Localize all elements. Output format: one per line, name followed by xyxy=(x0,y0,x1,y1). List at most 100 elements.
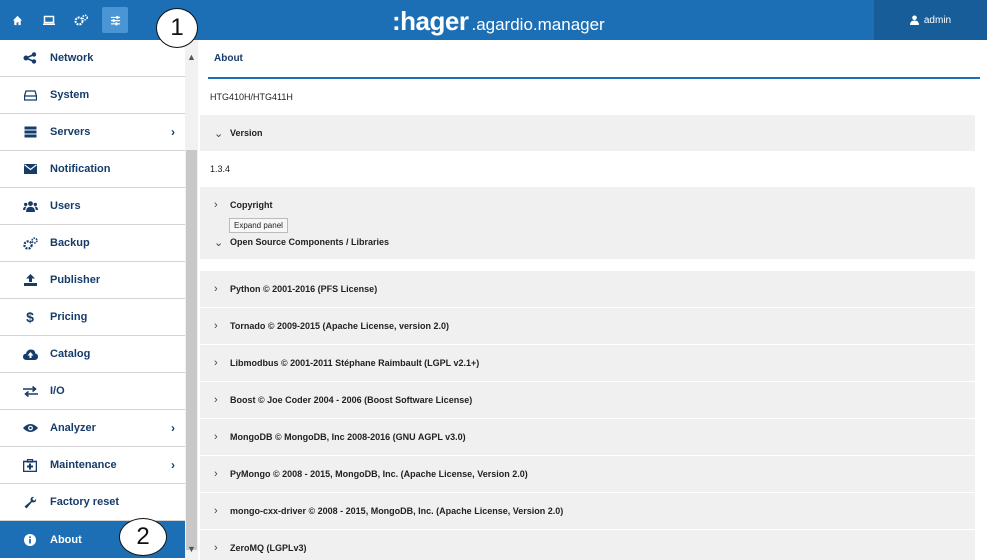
sidebar-menu: Network System Servers › Notification Users Ba… xyxy=(0,40,185,558)
library-label: Libmodbus © 2001-2011 Stéphane Raimbault… xyxy=(230,358,480,368)
library-label: MongoDB © MongoDB, Inc 2008-2016 (GNU AG… xyxy=(230,432,466,442)
sidebar-item-label: Pricing xyxy=(50,311,88,323)
library-panel-header[interactable]: › Python © 2001-2016 (PFS License) xyxy=(200,271,975,307)
product-row: HTG410H/HTG411H xyxy=(200,83,975,110)
copyright-panel-header[interactable]: › Copyright xyxy=(200,187,975,223)
library-panel-header[interactable]: › ZeroMQ (LGPLv3) xyxy=(200,530,975,560)
copyright-label: Copyright xyxy=(230,200,273,210)
expand-panel-tooltip: Expand panel xyxy=(229,218,288,233)
main-content: About HTG410H/HTG411H ⌄ Version 1.3.4 › … xyxy=(200,40,987,560)
brand-main: :hager xyxy=(392,6,469,36)
library-panel-header[interactable]: › Libmodbus © 2001-2011 Stéphane Raimbaul… xyxy=(200,345,975,381)
sidebar-item-notification[interactable]: Notification xyxy=(0,151,185,188)
library-label: PyMongo © 2008 - 2015, MongoDB, Inc. (Ap… xyxy=(230,469,528,479)
chevron-down-icon: ⌄ xyxy=(214,236,224,249)
library-panel-header[interactable]: › mongo-cxx-driver © 2008 - 2015, MongoDB… xyxy=(200,493,975,529)
sidebar-item-label: I/O xyxy=(50,385,65,397)
chevron-down-icon: ⌄ xyxy=(214,127,224,140)
chevron-right-icon: › xyxy=(171,421,175,435)
sidebar-item-label: Backup xyxy=(50,237,90,249)
library-panel-header[interactable]: › PyMongo © 2008 - 2015, MongoDB, Inc. (A… xyxy=(200,456,975,492)
sidebar-item-backup[interactable]: Backup xyxy=(0,225,185,262)
chevron-right-icon: › xyxy=(214,199,218,211)
sidebar-item-factory-reset[interactable]: Factory reset xyxy=(0,484,185,521)
info-icon xyxy=(22,532,38,548)
sidebar-item-publisher[interactable]: Publisher xyxy=(0,262,185,299)
sidebar-item-users[interactable]: Users xyxy=(0,188,185,225)
svg-text:$: $ xyxy=(26,310,34,324)
sidebar-item-maintenance[interactable]: Maintenance › xyxy=(0,447,185,484)
library-label: Boost © Joe Coder 2004 - 2006 (Boost Sof… xyxy=(230,395,473,405)
sidebar-item-label: Factory reset xyxy=(50,496,120,508)
user-icon xyxy=(909,15,919,25)
sidebar-item-label: About xyxy=(50,533,82,546)
chevron-right-icon: › xyxy=(214,357,218,369)
chevron-right-icon: › xyxy=(214,320,218,332)
version-label: Version xyxy=(230,128,263,138)
library-panel-header[interactable]: › MongoDB © MongoDB, Inc 2008-2016 (GNU A… xyxy=(200,419,975,455)
upload-icon xyxy=(22,272,38,288)
library-label: ZeroMQ (LGPLv3) xyxy=(230,543,307,553)
sidebar-item-analyzer[interactable]: Analyzer › xyxy=(0,410,185,447)
users-icon xyxy=(22,198,38,214)
sidebar-item-label: Network xyxy=(50,52,94,64)
chevron-right-icon: › xyxy=(214,505,218,517)
scroll-up-arrow-icon[interactable]: ▲ xyxy=(186,52,197,64)
scroll-down-arrow-icon[interactable]: ▼ xyxy=(186,544,197,556)
cloud-upload-icon xyxy=(22,346,38,362)
chevron-right-icon: › xyxy=(214,431,218,443)
sidebar-item-label: Catalog xyxy=(50,348,91,360)
monitor-icon[interactable] xyxy=(34,0,64,40)
library-label: Tornado © 2009-2015 (Apache License, ver… xyxy=(230,321,450,331)
library-panel-header[interactable]: › Tornado © 2009-2015 (Apache License, ve… xyxy=(200,308,975,344)
sidebar-item-label: Notification xyxy=(50,163,111,175)
version-value: 1.3.4 xyxy=(210,164,231,174)
server-icon xyxy=(22,124,38,140)
user-menu[interactable]: admin xyxy=(874,0,987,40)
sidebar-item-label: System xyxy=(50,89,90,101)
dollar-icon: $ xyxy=(22,309,38,325)
callout-2: 2 xyxy=(119,518,167,556)
gears-icon xyxy=(22,235,38,251)
chevron-right-icon: › xyxy=(214,394,218,406)
sidebar-item-pricing[interactable]: $ Pricing xyxy=(0,299,185,336)
home-icon[interactable] xyxy=(2,0,32,40)
sidebar-scrollbar[interactable]: ▲ ▼ xyxy=(185,40,198,560)
network-icon xyxy=(22,50,38,66)
sidebar-item-system[interactable]: System xyxy=(0,77,185,114)
top-bar: :hager .agardio.manager admin xyxy=(0,0,987,40)
oss-panel-header[interactable]: ⌄ Open Source Components / Libraries xyxy=(200,223,975,259)
brand-logo: :hager .agardio.manager xyxy=(392,6,605,36)
callout-1: 1 xyxy=(156,8,198,48)
wrench-icon xyxy=(22,494,38,510)
sidebar: Network System Servers › Notification Users Ba… xyxy=(0,40,198,560)
chevron-right-icon: › xyxy=(171,125,175,139)
chevron-right-icon: › xyxy=(214,542,218,554)
sidebar-scroll-thumb[interactable] xyxy=(186,150,197,550)
page-title: About xyxy=(208,40,980,79)
sidebar-item-label: Analyzer xyxy=(50,422,96,434)
sliders-icon[interactable] xyxy=(102,7,128,33)
product-name: HTG410H/HTG411H xyxy=(210,91,293,102)
gears-icon[interactable] xyxy=(66,0,96,40)
sidebar-item-label: Users xyxy=(50,200,81,212)
chevron-right-icon: › xyxy=(171,458,175,472)
library-label: mongo-cxx-driver © 2008 - 2015, MongoDB,… xyxy=(230,506,564,516)
chevron-right-icon: › xyxy=(214,283,218,295)
envelope-icon xyxy=(22,161,38,177)
version-panel-header[interactable]: ⌄ Version xyxy=(200,115,975,151)
drive-icon xyxy=(22,87,38,103)
sidebar-item-network[interactable]: Network xyxy=(0,40,185,77)
library-label: Python © 2001-2016 (PFS License) xyxy=(230,284,378,294)
exchange-icon xyxy=(22,383,38,399)
sidebar-item-servers[interactable]: Servers › xyxy=(0,114,185,151)
sidebar-item-catalog[interactable]: Catalog xyxy=(0,336,185,373)
sidebar-item-i-o[interactable]: I/O xyxy=(0,373,185,410)
main-scrollbar[interactable] xyxy=(977,88,987,560)
library-panel-header[interactable]: › Boost © Joe Coder 2004 - 2006 (Boost So… xyxy=(200,382,975,418)
sidebar-item-label: Servers xyxy=(50,126,91,138)
chevron-right-icon: › xyxy=(214,468,218,480)
sidebar-item-label: Publisher xyxy=(50,274,101,286)
medkit-icon xyxy=(22,457,38,473)
oss-label: Open Source Components / Libraries xyxy=(230,237,390,247)
